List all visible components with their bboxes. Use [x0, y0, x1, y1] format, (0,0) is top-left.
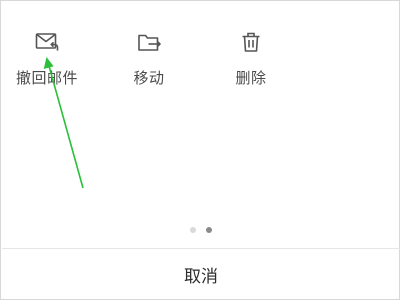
- page-dot-active[interactable]: [206, 227, 212, 233]
- action-sheet: 撤回邮件 移动 删除 取消: [0, 0, 400, 300]
- page-indicator: [1, 227, 400, 235]
- page-dot[interactable]: [190, 227, 196, 233]
- cancel-button[interactable]: 取消: [2, 249, 400, 300]
- trash-icon: [242, 32, 260, 52]
- move-label: 移动: [133, 69, 165, 87]
- folder-move-icon: [138, 34, 161, 51]
- delete-button[interactable]: 删除: [211, 25, 291, 95]
- delete-label: 删除: [235, 69, 267, 87]
- recall-mail-label: 撤回邮件: [15, 69, 78, 87]
- mail-recall-icon: [35, 33, 59, 51]
- recall-mail-button[interactable]: 撤回邮件: [7, 25, 87, 95]
- action-row: 撤回邮件 移动 删除: [1, 25, 400, 95]
- move-button[interactable]: 移动: [109, 25, 189, 95]
